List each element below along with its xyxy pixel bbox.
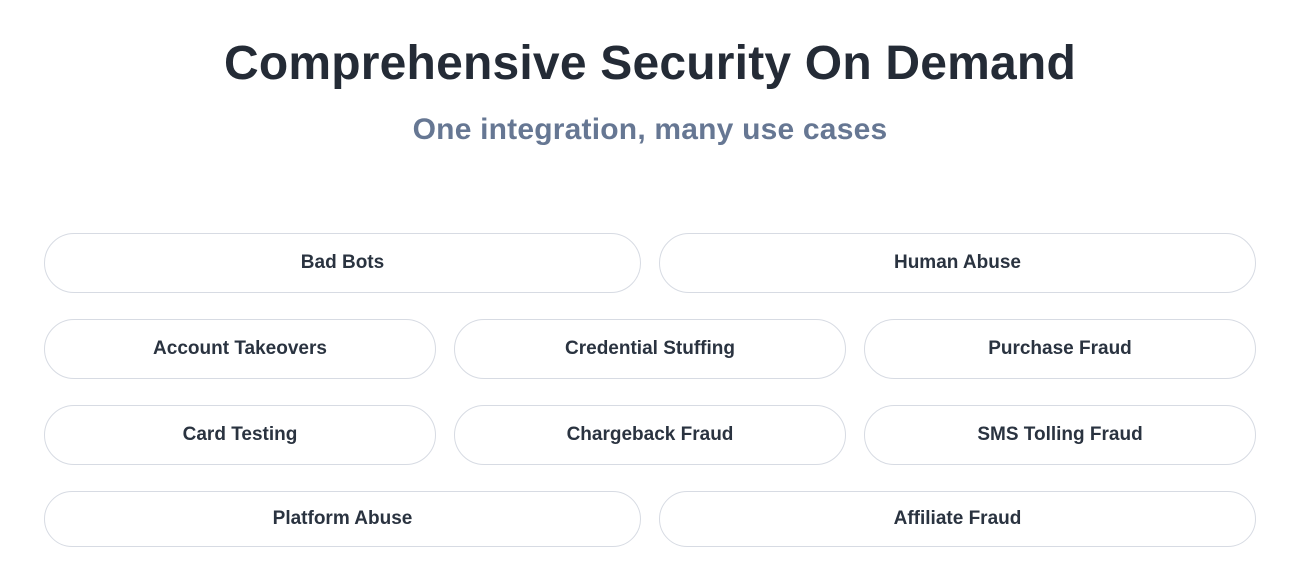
page-title: Comprehensive Security On Demand xyxy=(0,36,1300,91)
use-case-pill-bad-bots[interactable]: Bad Bots xyxy=(44,233,641,293)
use-case-label: Chargeback Fraud xyxy=(567,424,734,446)
use-case-row: Platform Abuse Affiliate Fraud xyxy=(44,491,1256,547)
use-case-label: Platform Abuse xyxy=(273,508,413,530)
use-case-pill-sms-tolling-fraud[interactable]: SMS Tolling Fraud xyxy=(864,405,1256,465)
page-subtitle: One integration, many use cases xyxy=(0,113,1300,147)
use-case-label: Affiliate Fraud xyxy=(894,508,1022,530)
use-case-label: Human Abuse xyxy=(894,252,1021,274)
use-case-pill-credential-stuffing[interactable]: Credential Stuffing xyxy=(454,319,846,379)
use-case-pill-human-abuse[interactable]: Human Abuse xyxy=(659,233,1256,293)
use-case-label: Credential Stuffing xyxy=(565,338,735,360)
use-case-row: Card Testing Chargeback Fraud SMS Tollin… xyxy=(44,405,1256,465)
use-case-pill-purchase-fraud[interactable]: Purchase Fraud xyxy=(864,319,1256,379)
use-case-label: Account Takeovers xyxy=(153,338,327,360)
use-case-row: Account Takeovers Credential Stuffing Pu… xyxy=(44,319,1256,379)
use-case-label: Purchase Fraud xyxy=(988,338,1132,360)
use-case-pill-account-takeovers[interactable]: Account Takeovers xyxy=(44,319,436,379)
use-case-label: Bad Bots xyxy=(301,252,384,274)
use-case-label: Card Testing xyxy=(183,424,298,446)
use-case-pill-card-testing[interactable]: Card Testing xyxy=(44,405,436,465)
use-case-grid: Bad Bots Human Abuse Account Takeovers C… xyxy=(44,233,1256,547)
page: Comprehensive Security On Demand One int… xyxy=(0,0,1300,588)
use-case-pill-chargeback-fraud[interactable]: Chargeback Fraud xyxy=(454,405,846,465)
use-case-pill-platform-abuse[interactable]: Platform Abuse xyxy=(44,491,641,547)
use-case-pill-affiliate-fraud[interactable]: Affiliate Fraud xyxy=(659,491,1256,547)
use-case-row: Bad Bots Human Abuse xyxy=(44,233,1256,293)
use-case-label: SMS Tolling Fraud xyxy=(977,424,1142,446)
